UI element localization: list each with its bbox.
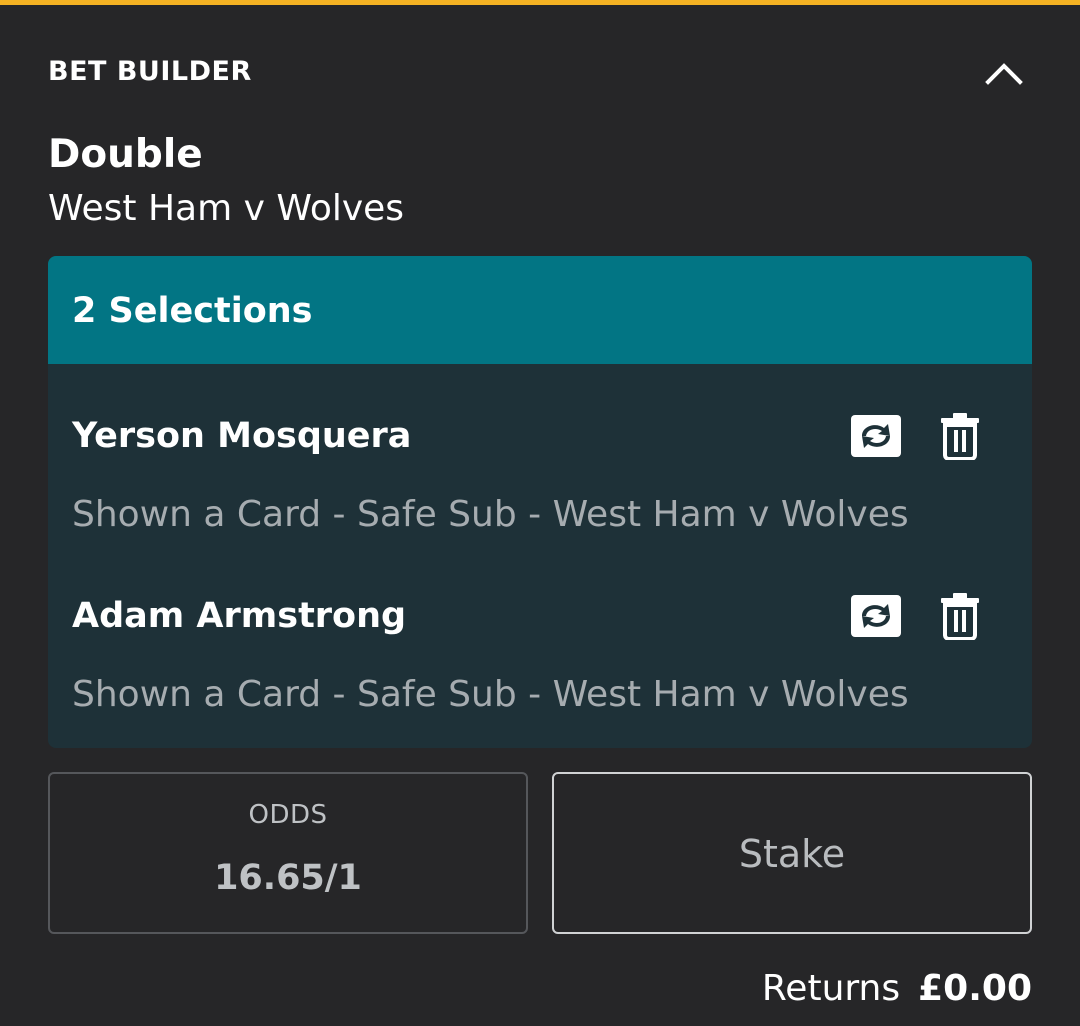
selections-count: 2 Selections xyxy=(72,291,313,331)
stake-input[interactable]: Stake xyxy=(552,772,1032,934)
selection-market: Shown a Card - Safe Sub - West Ham v Wol… xyxy=(72,674,909,715)
stake-placeholder: Stake xyxy=(738,832,846,876)
delete-selection-button[interactable] xyxy=(940,592,980,641)
trash-icon xyxy=(941,413,979,461)
collapse-button[interactable] xyxy=(984,52,1024,92)
odds-value: 16.65/1 xyxy=(214,858,362,898)
top-accent-bar xyxy=(0,0,1080,5)
swap-selection-button[interactable] xyxy=(850,414,902,458)
event-name: West Ham v Wolves xyxy=(48,188,405,229)
selection-market: Shown a Card - Safe Sub - West Ham v Wol… xyxy=(72,494,909,535)
odds-box: ODDS 16.65/1 xyxy=(48,772,528,934)
selection-item: Yerson Mosquera Shown a Card - Safe Sub … xyxy=(48,396,1032,566)
returns-label: Returns xyxy=(761,968,901,1009)
swap-icon xyxy=(851,595,901,637)
chevron-up-icon xyxy=(985,63,1023,85)
bet-builder-header: BET BUILDER xyxy=(48,52,1032,92)
selection-player-name: Yerson Mosquera xyxy=(72,416,412,456)
section-title: BET BUILDER xyxy=(48,56,252,87)
returns-summary: Returns £0.00 xyxy=(762,968,1032,1009)
trash-icon xyxy=(941,593,979,641)
selection-item: Adam Armstrong Shown a Card - Safe Sub -… xyxy=(48,576,1032,746)
selection-player-name: Adam Armstrong xyxy=(72,596,407,636)
swap-icon xyxy=(851,415,901,457)
delete-selection-button[interactable] xyxy=(940,412,980,461)
selections-card: 2 Selections Yerson Mosquera Shown a Car… xyxy=(48,256,1032,748)
swap-selection-button[interactable] xyxy=(850,594,902,638)
odds-label: ODDS xyxy=(248,800,328,830)
selections-header: 2 Selections xyxy=(48,256,1032,364)
bet-type-title: Double xyxy=(48,132,203,177)
returns-value: £0.00 xyxy=(918,968,1032,1009)
